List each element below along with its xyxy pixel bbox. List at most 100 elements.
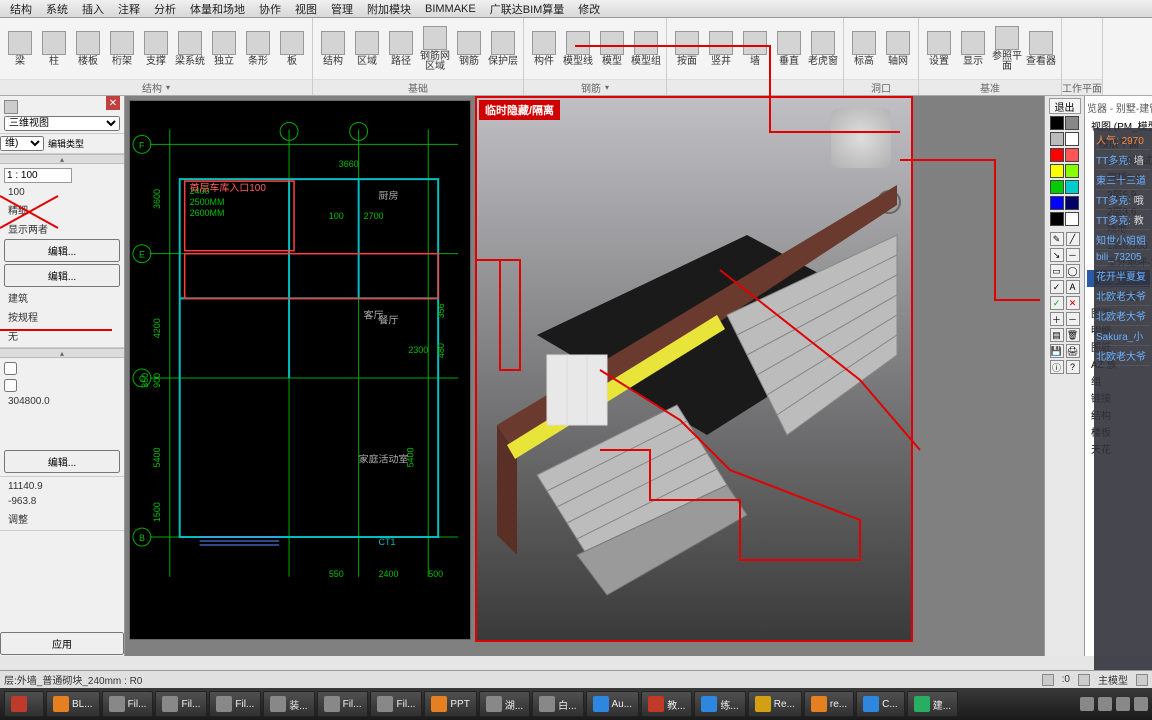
tray-icon[interactable] xyxy=(1080,697,1094,711)
color-swatch-lime[interactable] xyxy=(1065,164,1079,178)
menu-item[interactable]: 修改 xyxy=(572,0,606,18)
edit-button-3[interactable]: 编辑... xyxy=(4,450,120,473)
collapse-bar-2[interactable]: ▴ xyxy=(0,348,124,358)
color-swatch-gray[interactable] xyxy=(1065,116,1079,130)
menu-item[interactable]: 注释 xyxy=(112,0,146,18)
text-tool-icon[interactable]: A xyxy=(1066,280,1080,294)
ribbon-button[interactable]: 按面 xyxy=(671,21,703,77)
arrow-tool-icon[interactable]: ↘ xyxy=(1050,248,1064,262)
minus-tool-icon[interactable]: － xyxy=(1066,312,1080,326)
ribbon-button[interactable]: 标高 xyxy=(848,21,880,77)
line2-tool-icon[interactable]: ─ xyxy=(1066,248,1080,262)
taskbar-item[interactable]: Fil... xyxy=(155,691,207,717)
color-swatch-ltred[interactable] xyxy=(1065,148,1079,162)
scale-input[interactable] xyxy=(4,168,72,183)
start-button[interactable] xyxy=(4,691,44,717)
status-icon[interactable] xyxy=(1078,674,1090,686)
ribbon-button[interactable]: 钢筋网区域 xyxy=(419,21,451,77)
ribbon-button[interactable]: 老虎窗 xyxy=(807,21,839,77)
save-tool-icon[interactable]: 💾 xyxy=(1050,344,1064,358)
taskbar-item[interactable]: Fil... xyxy=(102,691,154,717)
ribbon-button[interactable]: 模型组 xyxy=(630,21,662,77)
plan-view-canvas[interactable]: F E C B 3660 3600 2400 2500MM 2600MM 270… xyxy=(130,101,470,639)
ribbon-button[interactable]: 墙 xyxy=(739,21,771,77)
plus-tool-icon[interactable]: ＋ xyxy=(1050,312,1064,326)
taskbar-item[interactable]: Au... xyxy=(586,691,640,717)
checkbox-1[interactable] xyxy=(4,362,17,375)
edit-type-link[interactable]: 编辑类型 xyxy=(48,137,84,150)
color-swatch-dkblue[interactable] xyxy=(1065,196,1079,210)
menu-item[interactable]: 附加模块 xyxy=(361,0,417,18)
info-tool-icon[interactable]: ⓘ xyxy=(1050,360,1064,374)
ribbon-button[interactable]: 结构 xyxy=(317,21,349,77)
taskbar-item[interactable]: Fil... xyxy=(209,691,261,717)
ribbon-button[interactable]: 独立 xyxy=(208,21,240,77)
taskbar-item[interactable]: re... xyxy=(804,691,854,717)
checkbox-2[interactable] xyxy=(4,379,17,392)
ribbon-button[interactable]: 钢筋 xyxy=(453,21,485,77)
menu-item[interactable]: 广联达BIM算量 xyxy=(484,0,571,18)
color-swatch-ltgray[interactable] xyxy=(1050,132,1064,146)
taskbar-item[interactable]: 湖... xyxy=(479,691,530,717)
dropdown-icon[interactable]: ▾ xyxy=(166,83,170,92)
menu-item[interactable]: 视图 xyxy=(289,0,323,18)
menu-item[interactable]: 分析 xyxy=(148,0,182,18)
taskbar-item[interactable]: 装... xyxy=(263,691,314,717)
x-tool-icon[interactable]: ✕ xyxy=(1066,296,1080,310)
color-swatch-yellow[interactable] xyxy=(1050,164,1064,178)
dropdown-icon[interactable]: ▾ xyxy=(605,83,609,92)
check-tool-icon[interactable]: ✓ xyxy=(1050,280,1064,294)
menu-item[interactable]: BIMMAKE xyxy=(419,2,482,16)
ellipse-tool-icon[interactable]: ◯ xyxy=(1066,264,1080,278)
ribbon-button[interactable]: 楼板 xyxy=(72,21,104,77)
ribbon-button[interactable]: 参照平面 xyxy=(991,21,1023,77)
taskbar-item[interactable]: Fil... xyxy=(317,691,369,717)
taskbar-item[interactable]: Fil... xyxy=(370,691,422,717)
close-panel-button[interactable]: ✕ xyxy=(106,96,120,110)
menu-item[interactable]: 结构 xyxy=(4,0,38,18)
color-swatch-blue[interactable] xyxy=(1050,196,1064,210)
doc-tool-icon[interactable]: ▤ xyxy=(1050,328,1064,342)
ribbon-button[interactable]: 显示 xyxy=(957,21,989,77)
menu-item[interactable]: 管理 xyxy=(325,0,359,18)
taskbar-item[interactable]: 教... xyxy=(641,691,692,717)
view-match-select[interactable]: 维) xyxy=(0,136,44,151)
menu-item[interactable]: 体量和场地 xyxy=(184,0,251,18)
taskbar-item[interactable]: PPT xyxy=(424,691,476,717)
ribbon-button[interactable]: 路径 xyxy=(385,21,417,77)
ribbon-button[interactable]: 竖井 xyxy=(705,21,737,77)
view-type-select[interactable]: 三维视图 xyxy=(4,116,120,131)
taskbar-item[interactable]: Re... xyxy=(748,691,802,717)
tray-icon[interactable] xyxy=(1116,697,1130,711)
ribbon-button[interactable]: 柱 xyxy=(38,21,70,77)
color-swatch-cyan[interactable] xyxy=(1065,180,1079,194)
pen-tool-icon[interactable]: ✎ xyxy=(1050,232,1064,246)
ribbon-button[interactable]: 区域 xyxy=(351,21,383,77)
print-tool-icon[interactable]: 🖨 xyxy=(1066,344,1080,358)
3d-view-canvas[interactable]: 临时隐藏/隔离 xyxy=(477,98,911,640)
ribbon-button[interactable]: 轴网 xyxy=(882,21,914,77)
ribbon-button[interactable]: 支撑 xyxy=(140,21,172,77)
ribbon-button[interactable]: 构件 xyxy=(528,21,560,77)
collapse-bar[interactable]: ▴ xyxy=(0,154,124,164)
edit-button-1[interactable]: 编辑... xyxy=(4,239,120,262)
ribbon-button[interactable]: 保护层 xyxy=(487,21,519,77)
rect-tool-icon[interactable]: ▭ xyxy=(1050,264,1064,278)
menu-item[interactable]: 协作 xyxy=(253,0,287,18)
taskbar-item[interactable]: BL... xyxy=(46,691,100,717)
ribbon-button[interactable]: 桁架 xyxy=(106,21,138,77)
status-icon[interactable] xyxy=(1042,674,1054,686)
ribbon-button[interactable]: 梁 xyxy=(4,21,36,77)
color-swatch-white2[interactable] xyxy=(1065,212,1079,226)
edit-button-2[interactable]: 编辑... xyxy=(4,264,120,287)
line-tool-icon[interactable]: ╱ xyxy=(1066,232,1080,246)
status-main-model[interactable]: 主模型 xyxy=(1098,672,1128,687)
color-swatch-black2[interactable] xyxy=(1050,212,1064,226)
exit-button[interactable]: 退出 xyxy=(1049,98,1081,114)
taskbar-item[interactable]: 建... xyxy=(907,691,958,717)
ribbon-button[interactable]: 条形 xyxy=(242,21,274,77)
ribbon-button[interactable]: 查看器 xyxy=(1025,21,1057,77)
check2-tool-icon[interactable]: ✓ xyxy=(1050,296,1064,310)
help-tool-icon[interactable]: ? xyxy=(1066,360,1080,374)
taskbar-item[interactable]: 白... xyxy=(532,691,583,717)
